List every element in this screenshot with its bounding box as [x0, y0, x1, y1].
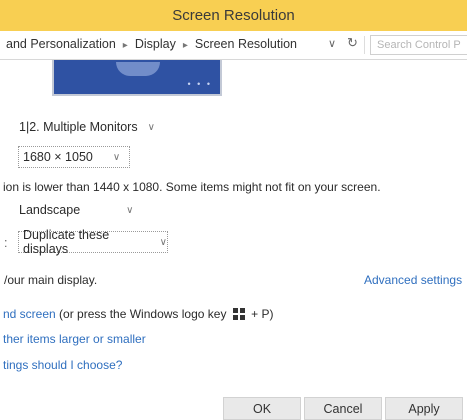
breadcrumb-separator-icon: ▸	[182, 40, 188, 51]
monitor-preview-dots: • • •	[187, 79, 212, 89]
address-bar: and Personalization ▸ Display ▸ Screen Resol…	[0, 31, 467, 60]
display-select[interactable]: 1|2. Multiple Monitors ∨	[18, 116, 156, 138]
chevron-down-icon: ∨	[147, 121, 155, 133]
cancel-button[interactable]: Cancel	[304, 397, 382, 420]
windows-logo-icon	[232, 308, 245, 320]
chevron-down-icon: ∨	[112, 151, 121, 163]
breadcrumb: and Personalization ▸ Display ▸ Screen Resol…	[6, 37, 297, 51]
breadcrumb-separator-icon: ▸	[122, 40, 128, 51]
breadcrumb-display[interactable]: Display	[135, 37, 176, 51]
monitor-preview[interactable]: • • •	[52, 60, 222, 96]
display-select-value: 1|2. Multiple Monitors	[19, 120, 138, 134]
resolution-select[interactable]: 1680 × 1050 ∨	[18, 146, 130, 168]
main-display-text: /our main display.	[4, 273, 98, 287]
window-title: Screen Resolution	[172, 7, 295, 24]
multiple-displays-select[interactable]: Duplicate these displays ∨	[18, 228, 168, 256]
refresh-icon[interactable]: ↻	[347, 35, 358, 51]
orientation-select[interactable]: Landscape ∨	[18, 199, 135, 221]
resolution-warning: ion is lower than 1440 x 1080. Some item…	[3, 180, 381, 194]
chevron-down-icon: ∨	[159, 236, 167, 248]
apply-button[interactable]: Apply	[385, 397, 463, 420]
project-hint-suffix: + P)	[247, 307, 274, 321]
choose-settings-link[interactable]: tings should I choose?	[3, 358, 122, 372]
search-input[interactable]: Search Control P	[370, 35, 467, 55]
project-link[interactable]: nd screen	[3, 307, 56, 321]
project-text: nd screen (or press the Windows logo key…	[3, 307, 273, 321]
breadcrumb-screen-resolution[interactable]: Screen Resolution	[195, 37, 297, 51]
multiple-displays-value: Duplicate these displays	[23, 228, 110, 256]
project-hint-prefix: (or press the Windows logo key	[55, 307, 230, 321]
resize-items-link[interactable]: ther items larger or smaller	[3, 332, 146, 346]
address-dropdown-icon[interactable]: ∨	[328, 37, 336, 50]
chevron-down-icon: ∨	[126, 204, 134, 216]
title-bar: Screen Resolution	[0, 0, 467, 31]
ok-button[interactable]: OK	[223, 397, 301, 420]
resolution-select-value: 1680 × 1050	[23, 150, 93, 164]
multiple-displays-label: :	[4, 236, 8, 250]
monitor-preview-highlight	[116, 62, 160, 76]
advanced-settings-link[interactable]: Advanced settings	[364, 273, 462, 287]
address-divider	[364, 36, 365, 54]
orientation-select-value: Landscape	[19, 203, 81, 217]
breadcrumb-personalization[interactable]: and Personalization	[6, 37, 116, 51]
